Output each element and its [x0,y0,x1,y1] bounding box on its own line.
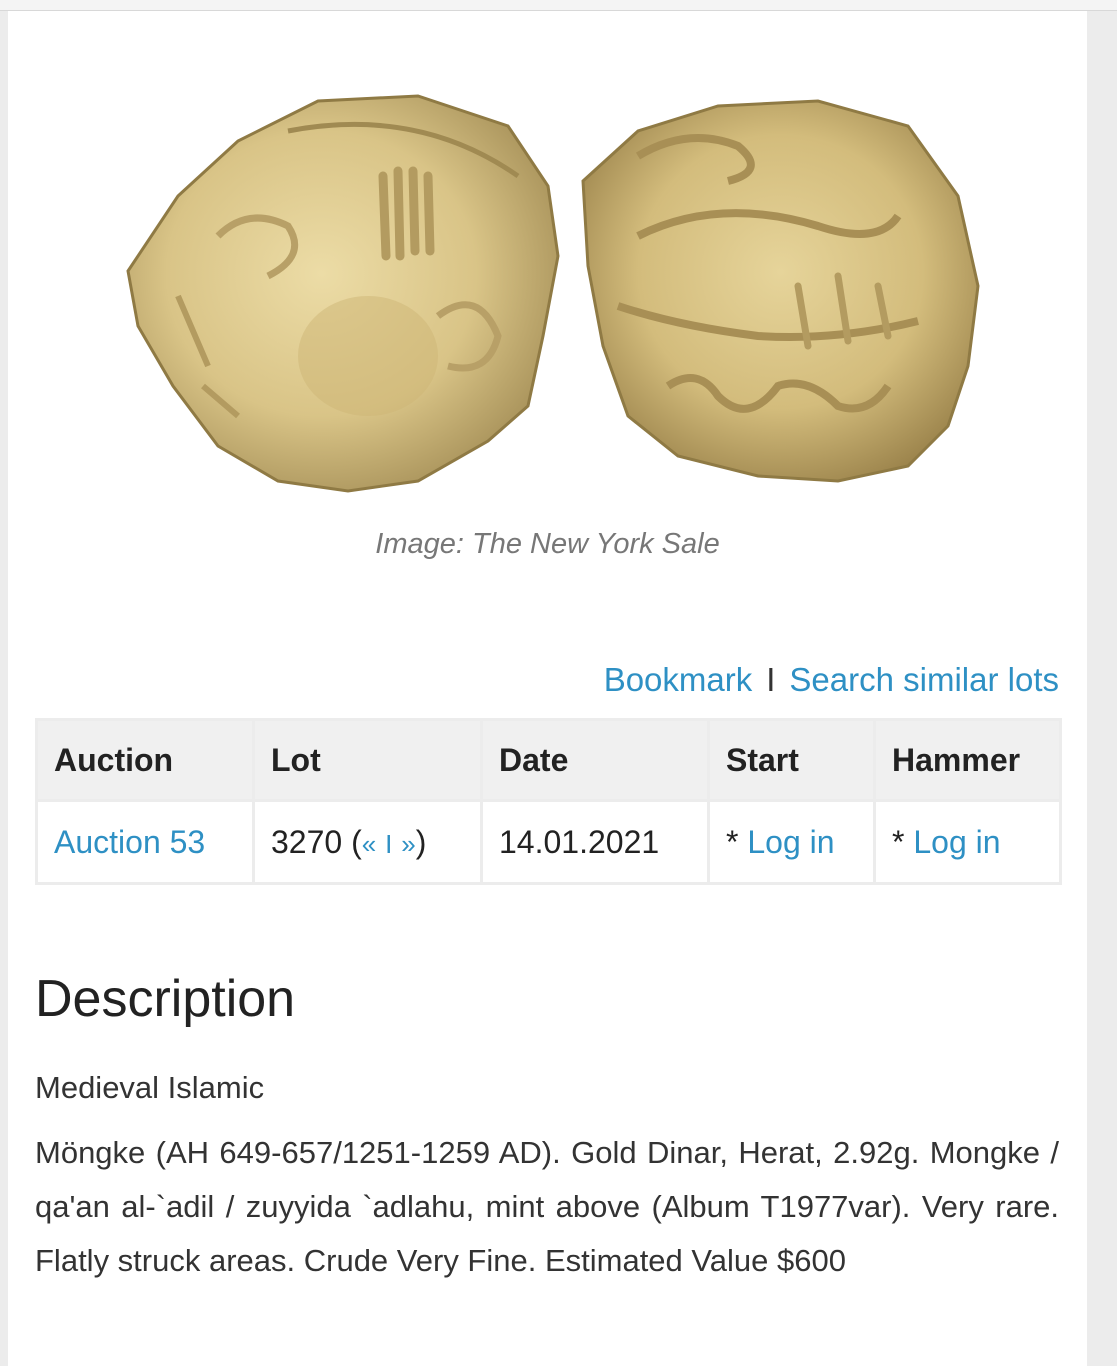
description-text: Möngke (AH 649-657/1251-1259 AD). Gold D… [35,1135,1059,1278]
lot-nav-open: ( [351,823,362,860]
table-row: Auction 53 3270 (« I ») 14.01.2021 * Log… [35,799,1062,885]
table-header-row: Auction Lot Date Start Hammer [35,718,1062,802]
coin-photo-svg [126,94,980,493]
lot-nav-separator: I [385,828,393,859]
previous-lot-link[interactable]: « [362,829,376,859]
hammer-asterisk: * [892,823,905,860]
lot-info-table: Auction Lot Date Start Hammer Auction 53… [35,718,1062,885]
cell-lot: 3270 (« I ») [252,799,483,885]
bookmark-link[interactable]: Bookmark [604,661,753,698]
cell-hammer: * Log in [873,799,1062,885]
lot-number: 3270 [271,823,343,860]
header-lot: Lot [252,718,483,802]
start-asterisk: * [726,823,739,860]
description-heading: Description [35,970,296,1028]
search-similar-lots-link[interactable]: Search similar lots [789,661,1059,698]
coin-image[interactable] [118,86,988,516]
coin-reverse [581,99,980,483]
header-hammer: Hammer [873,718,1062,802]
cell-auction: Auction 53 [35,799,255,885]
actions-separator: I [766,661,776,698]
cell-date: 14.01.2021 [480,799,710,885]
lot-page: Image: The New York Sale Bookmark I Search… [8,11,1087,1366]
description-category: Medieval Islamic [35,1070,265,1105]
browser-top-edge [0,0,1117,11]
header-date: Date [480,718,710,802]
coin-obverse [126,94,560,493]
lot-actions: Bookmark I Search similar lots [604,661,1059,699]
start-login-link[interactable]: Log in [747,824,834,860]
auction-link[interactable]: Auction 53 [54,824,205,860]
cell-start: * Log in [707,799,876,885]
next-lot-link[interactable]: » [401,829,415,859]
image-caption: Image: The New York Sale [375,528,720,560]
lot-nav-close: ) [415,823,427,860]
header-start: Start [707,718,876,802]
header-auction: Auction [35,718,255,802]
hammer-login-link[interactable]: Log in [913,824,1000,860]
